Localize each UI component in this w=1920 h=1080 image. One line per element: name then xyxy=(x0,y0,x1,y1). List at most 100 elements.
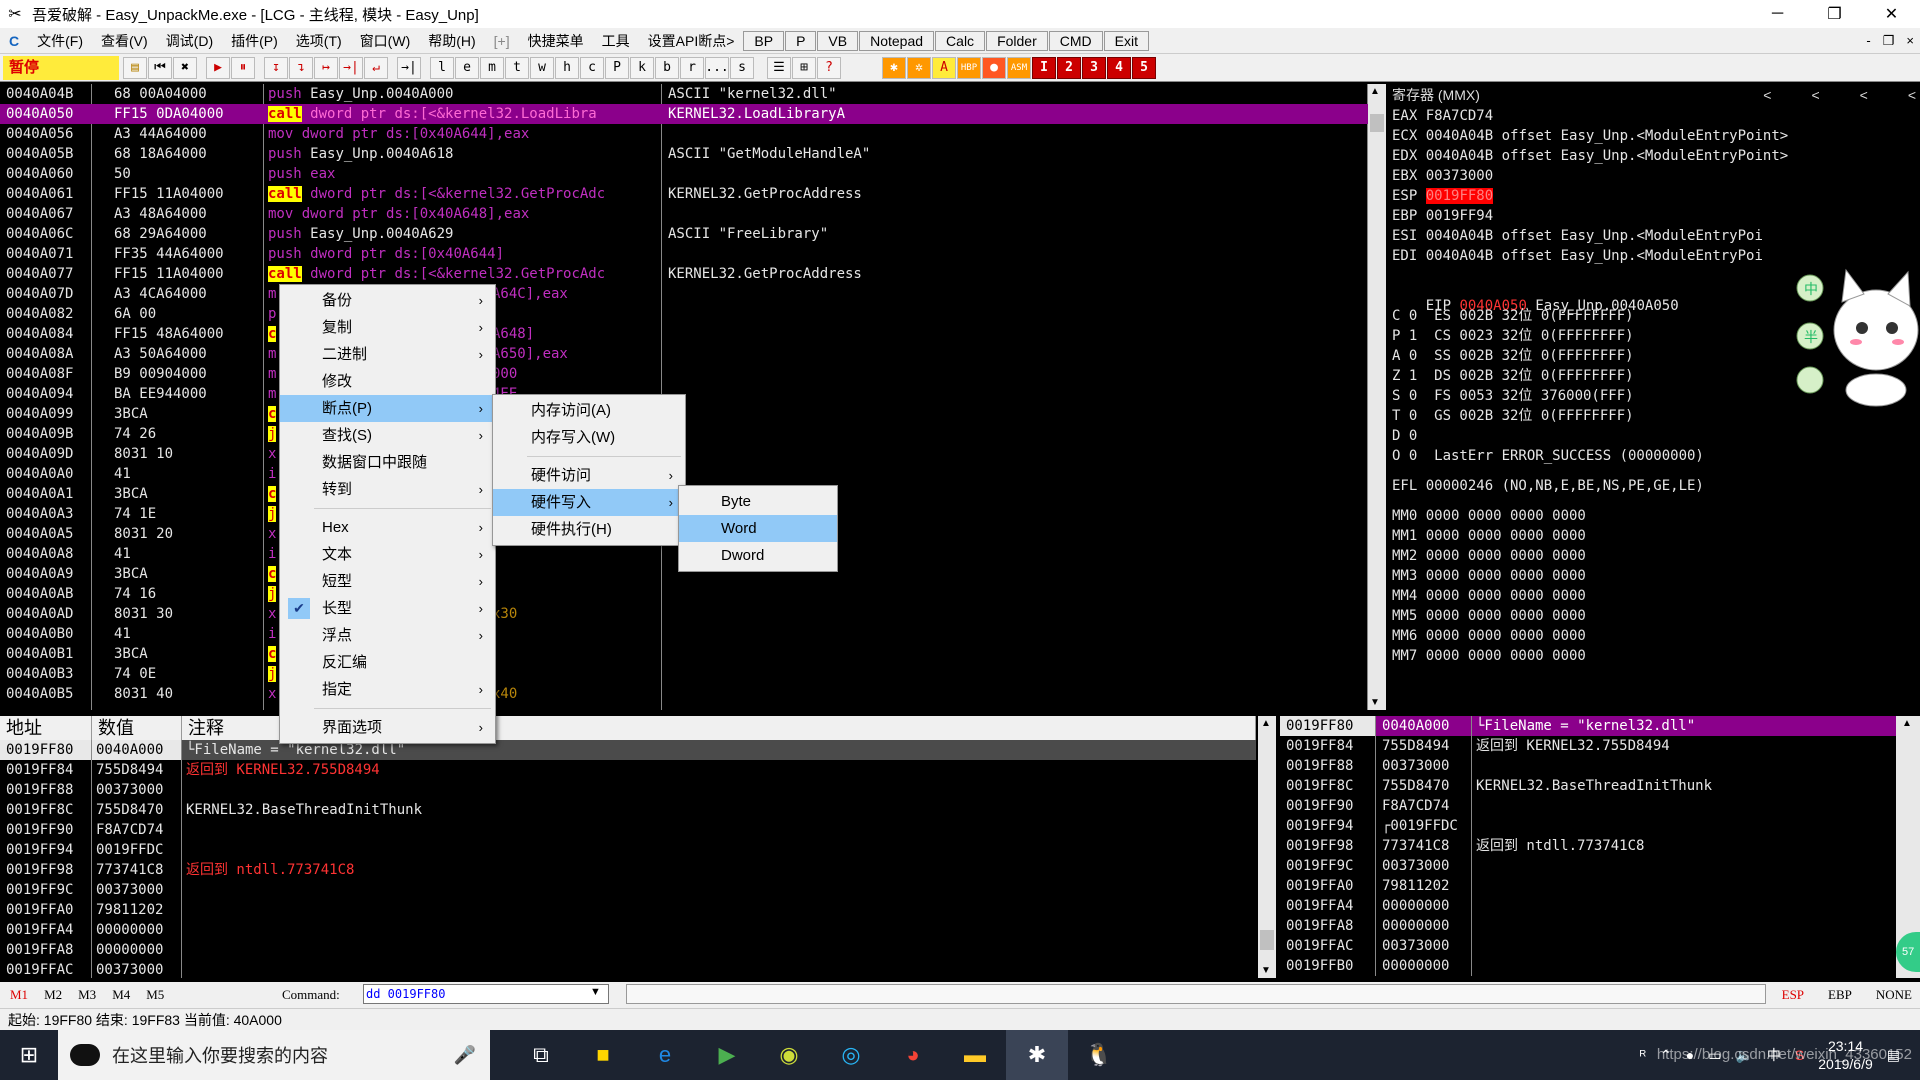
dump-row[interactable]: 0019FF84 755D8494 返回到 KERNEL32.755D8494 xyxy=(0,760,1256,780)
run-trace-window-button[interactable]: ... xyxy=(705,56,729,79)
tab-m4[interactable]: M4 xyxy=(112,987,130,1003)
memory-window-button[interactable]: m xyxy=(480,56,504,79)
none-follow-button[interactable]: NONE xyxy=(1876,987,1912,1003)
menu-api-breakpoint[interactable]: 设置API断点> xyxy=(639,31,744,51)
menu-item[interactable]: 反汇编 xyxy=(280,649,495,676)
trace-into-icon[interactable]: ↦ xyxy=(314,56,338,79)
callstack-window-button[interactable]: k xyxy=(630,56,654,79)
menu-item[interactable]: 数据窗口中跟随 xyxy=(280,449,495,476)
menu-item[interactable]: 指定 › xyxy=(280,676,495,703)
menu-item[interactable]: 内存写入(W) xyxy=(493,424,685,451)
file-explorer-icon[interactable]: ▬ xyxy=(944,1030,1006,1080)
tab-m1[interactable]: M1 xyxy=(10,987,28,1003)
register-row[interactable]: EAX F8A7CD74 xyxy=(1392,106,1920,126)
plugin-5-button[interactable]: 5 xyxy=(1132,56,1156,79)
disasm-row[interactable]: 0040A08A A3 50A64000 m A650],eax xyxy=(0,344,1368,364)
microphone-icon[interactable]: 🎤 xyxy=(454,1045,476,1066)
mmx-row[interactable]: MM7 0000 0000 0000 0000 xyxy=(1392,646,1920,666)
disasm-row[interactable]: 0040A061 FF15 11A04000 call dword ptr ds:[… xyxy=(0,184,1368,204)
stack-row[interactable]: 0019FF9C 00373000 xyxy=(1280,856,1896,876)
command-input[interactable] xyxy=(363,984,609,1004)
disasm-row[interactable]: 0040A0B3 74 0E j xyxy=(0,664,1368,684)
mmx-row[interactable]: MM0 0000 0000 0000 0000 xyxy=(1392,506,1920,526)
restart-icon[interactable]: ⏮ xyxy=(148,56,172,79)
dump-header-value[interactable]: 数值 xyxy=(92,716,182,740)
edge-icon[interactable]: e xyxy=(634,1030,696,1080)
dump-row[interactable]: 0019FF94 0019FFDC xyxy=(0,840,1256,860)
windows-window-button[interactable]: w xyxy=(530,56,554,79)
menu-help[interactable]: 帮助(H) xyxy=(419,31,484,51)
stack-pane[interactable]: 0019FF80 0040A000 └FileName = "kernel32.dl… xyxy=(1280,716,1896,978)
dump-row[interactable]: 0019FFAC 00373000 xyxy=(0,960,1256,978)
menu-file[interactable]: 文件(F) xyxy=(28,31,92,51)
register-row[interactable]: ESP 0019FF80 xyxy=(1392,186,1920,206)
pause-icon[interactable]: ⏸ xyxy=(231,56,255,79)
tab-m5[interactable]: M5 xyxy=(146,987,164,1003)
vb-button[interactable]: VB xyxy=(817,30,859,51)
handles-window-button[interactable]: h xyxy=(555,56,579,79)
stack-row[interactable]: 0019FF88 00373000 xyxy=(1280,756,1896,776)
disasm-row[interactable]: 0040A06C 68 29A64000 push Easy_Unp.0040A62… xyxy=(0,224,1368,244)
trace-over-icon[interactable]: →| xyxy=(339,56,363,79)
close-button[interactable]: ✕ xyxy=(1863,0,1920,28)
chevron-down-icon[interactable]: ▼ xyxy=(590,986,601,998)
dump-row[interactable]: 0019FF90 F8A7CD74 xyxy=(0,820,1256,840)
menu-item[interactable]: 界面选项 › xyxy=(280,714,495,741)
disasm-row[interactable]: 0040A084 FF15 48A64000 c A648] xyxy=(0,324,1368,344)
list-icon[interactable]: ☰ xyxy=(767,56,791,79)
stack-row[interactable]: 0019FF84 755D8494 返回到 KERNEL32.755D8494 xyxy=(1280,736,1896,756)
p-button[interactable]: P xyxy=(785,30,817,51)
maximize-button[interactable]: ❐ xyxy=(1806,0,1863,28)
stack-row[interactable]: 0019FF94 ┌0019FFDC xyxy=(1280,816,1896,836)
dump-row[interactable]: 0019FF80 0040A000 └FileName = "kernel32.dl… xyxy=(0,740,1256,760)
notepad-button[interactable]: Notepad xyxy=(859,30,935,51)
close-program-icon[interactable]: ✖ xyxy=(173,56,197,79)
menu-view[interactable]: 查看(V) xyxy=(92,31,157,51)
qq-icon[interactable]: 🐧 xyxy=(1068,1030,1130,1080)
reg-nav-button[interactable]: < xyxy=(1908,84,1916,106)
help-icon[interactable]: ? xyxy=(817,56,841,79)
windows-start-icon[interactable]: ⊞ xyxy=(0,1030,58,1080)
stack-row[interactable]: 0019FF80 0040A000 └FileName = "kernel32.dl… xyxy=(1280,716,1896,736)
menu-item[interactable]: 硬件写入 › xyxy=(493,489,685,516)
media-player-icon[interactable]: ▶ xyxy=(696,1030,758,1080)
asm-icon[interactable]: ASM xyxy=(1007,56,1031,79)
menu-item[interactable]: 内存访问(A) xyxy=(493,397,685,424)
menu-tools[interactable]: 工具 xyxy=(593,31,639,51)
plugin-3-button[interactable]: 3 xyxy=(1082,56,1106,79)
plugin-icon-b[interactable]: ✲ xyxy=(907,56,931,79)
stack-row[interactable]: 0019FFB0 00000000 xyxy=(1280,956,1896,976)
app-green-icon[interactable]: ◉ xyxy=(758,1030,820,1080)
dump-row[interactable]: 0019FF9C 00373000 xyxy=(0,880,1256,900)
ebp-follow-button[interactable]: EBP xyxy=(1828,987,1852,1003)
disasm-row[interactable]: 0040A05B 68 18A64000 push Easy_Unp.0040A61… xyxy=(0,144,1368,164)
dump-pane[interactable]: 0019FF80 0040A000 └FileName = "kernel32.dl… xyxy=(0,740,1256,978)
references-window-button[interactable]: r xyxy=(680,56,704,79)
dump-row[interactable]: 0019FFA0 79811202 xyxy=(0,900,1256,920)
mdi-icon[interactable]: C xyxy=(0,33,28,49)
disasm-row[interactable]: 0040A050 FF15 0DA04000 call dword ptr ds:[… xyxy=(0,104,1368,124)
plugin-icon-c[interactable]: A xyxy=(932,56,956,79)
mdi-restore-button[interactable]: ❐ xyxy=(1883,33,1895,49)
register-row[interactable]: EBP 0019FF94 xyxy=(1392,206,1920,226)
flag-row[interactable]: D 0 xyxy=(1392,426,1920,446)
disasm-row[interactable]: 0040A04B 68 00A04000 push Easy_Unp.0040A00… xyxy=(0,84,1368,104)
disasm-row[interactable]: 0040A082 6A 00 p xyxy=(0,304,1368,324)
menu-item[interactable]: 查找(S) › xyxy=(280,422,495,449)
disasm-row[interactable]: 0040A056 A3 44A64000 mov dword ptr ds:[0x4… xyxy=(0,124,1368,144)
menu-item[interactable]: 长型 ✔ › xyxy=(280,595,495,622)
disasm-row[interactable]: 0040A071 FF35 44A64000 push dword ptr ds:[… xyxy=(0,244,1368,264)
menu-item[interactable]: 转到 › xyxy=(280,476,495,503)
menu-item[interactable]: 二进制 › xyxy=(280,341,495,368)
goto-icon[interactable]: →| xyxy=(397,56,421,79)
esp-follow-button[interactable]: ESP xyxy=(1782,987,1804,1003)
disasm-row[interactable]: 0040A0B5 8031 40 x x40 xyxy=(0,684,1368,704)
disasm-row[interactable]: 0040A0B0 41 i xyxy=(0,624,1368,644)
disasm-row[interactable]: 0040A08F B9 00904000 m 000 xyxy=(0,364,1368,384)
menu-item[interactable]: 短型 › xyxy=(280,568,495,595)
modules-window-button[interactable]: e xyxy=(455,56,479,79)
dump-row[interactable]: 0019FF98 773741C8 返回到 ntdll.773741C8 xyxy=(0,860,1256,880)
plugin-2-button[interactable]: 2 xyxy=(1057,56,1081,79)
plugin-icon-d[interactable]: ● xyxy=(982,56,1006,79)
menu-shortcut[interactable]: 快捷菜单 xyxy=(519,31,593,51)
